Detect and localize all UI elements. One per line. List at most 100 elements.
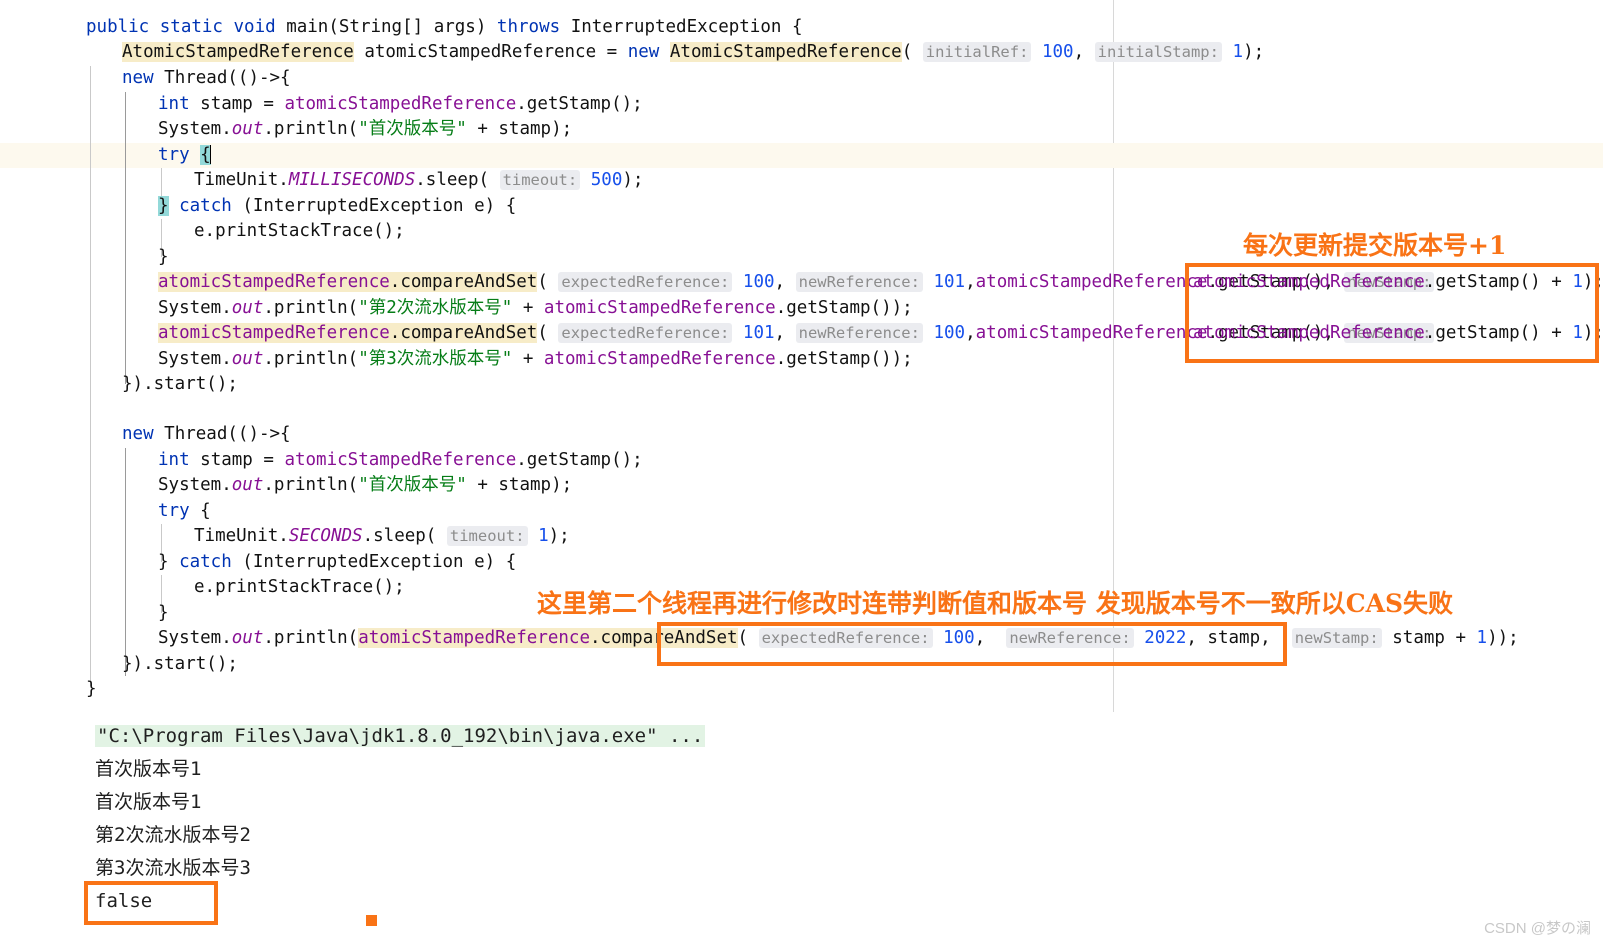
code-line-18[interactable]: int stamp = atomicStampedReference.getSt… — [158, 448, 643, 473]
code-line-23[interactable]: e.printStackTrace(); — [194, 575, 405, 600]
token-catch: catch — [168, 196, 243, 216]
token-open-brace: { — [200, 501, 211, 521]
code-line-7[interactable]: TimeUnit.MILLISECONDS.sleep( timeout: 50… — [194, 168, 643, 193]
text-caret — [209, 145, 211, 164]
token-close-brace: } — [86, 679, 97, 699]
token-throws: throws — [496, 17, 571, 37]
token-asr-ref: atomicStampedReference — [1193, 323, 1425, 343]
token-catch-params: (InterruptedException e) { — [242, 552, 517, 572]
code-editor[interactable]: public static void main(String[] args) t… — [0, 0, 1603, 712]
token-close: ); — [548, 526, 570, 546]
code-line-10[interactable]: } — [158, 245, 169, 270]
console-output-panel[interactable]: "C:\Program Files\Java\jdk1.8.0_192\bin\… — [0, 712, 1603, 948]
token-asr-ref: atomicStampedReference — [158, 323, 390, 343]
token-close: ); — [1582, 323, 1603, 343]
code-line-15[interactable]: }).start(); — [122, 372, 238, 397]
literal-500: 500 — [580, 170, 623, 190]
token-printstacktrace: e.printStackTrace(); — [194, 577, 405, 597]
token-println: .println( — [263, 298, 359, 318]
param-hint-new-reference: newReference: — [795, 323, 923, 343]
code-line-12[interactable]: System.out.println("第2次流水版本号" + atomicSt… — [158, 296, 913, 321]
token-type-asr: AtomicStampedReference — [122, 42, 354, 62]
code-line-21[interactable]: TimeUnit.SECONDS.sleep( timeout: 1); — [194, 524, 570, 549]
token-plus: + — [512, 298, 544, 318]
token-new: new — [627, 42, 670, 62]
token-concat: + stamp); — [466, 475, 573, 495]
token-comma: , — [774, 272, 796, 292]
indent-guide-level1 — [90, 66, 91, 686]
code-line-27[interactable]: } — [86, 677, 97, 702]
param-hint-initial-stamp: initialStamp: — [1094, 42, 1222, 62]
token-asr-ref: atomicStampedReference — [543, 349, 776, 369]
token-timeunit: TimeUnit. — [194, 526, 289, 546]
code-line-22[interactable]: } catch (InterruptedException e) { — [158, 550, 516, 575]
literal-100: 100 — [732, 272, 775, 292]
param-hint-initial-ref: initialRef: — [922, 42, 1032, 62]
code-line-5[interactable]: System.out.println("首次版本号" + stamp); — [158, 117, 572, 142]
console-line-2: 首次版本号1 — [95, 791, 202, 813]
token-stamp-arg: , stamp, — [1186, 628, 1292, 648]
code-line-2[interactable]: AtomicStampedReference atomicStampedRefe… — [122, 40, 1264, 65]
token-println: .println( — [263, 119, 359, 139]
token-comma: , — [1073, 42, 1095, 62]
code-line-24[interactable]: } — [158, 601, 169, 626]
token-asr-ref: atomicStampedReference — [284, 450, 517, 470]
annotation-square-marker — [366, 915, 377, 926]
token-stamp-plus: stamp + — [1381, 628, 1477, 648]
token-exception: InterruptedException { — [570, 17, 803, 37]
token-thread: Thread(()->{ — [164, 68, 291, 88]
token-out: out — [231, 298, 264, 318]
token-asr-ref: atomicStampedReference — [358, 628, 590, 648]
code-line-9[interactable]: e.printStackTrace(); — [194, 219, 405, 244]
token-getstamp: .getStamp() + — [1424, 272, 1573, 292]
token-asr-ref: atomicStampedReference — [158, 272, 390, 292]
code-line-3[interactable]: new Thread(()->{ — [122, 66, 291, 91]
token-comma: , — [974, 628, 1007, 648]
token-new: new — [122, 424, 165, 444]
code-line-6[interactable]: try { — [158, 143, 211, 168]
token-concat: + stamp); — [466, 119, 573, 139]
literal-1: 1 — [527, 526, 549, 546]
token-catch-params: (InterruptedException e) { — [242, 196, 517, 216]
code-line-4[interactable]: int stamp = atomicStampedReference.getSt… — [158, 92, 643, 117]
annotation-cas-fail-text: 这里第二个线程再进行修改时连带判断值和版本号 发现版本号不一致所以CAS失败 — [537, 589, 1454, 618]
code-line-19[interactable]: System.out.println("首次版本号" + stamp); — [158, 473, 572, 498]
token-out: out — [231, 628, 264, 648]
token-sleep: .sleep( — [362, 526, 447, 546]
code-line-17[interactable]: new Thread(()->{ — [122, 422, 291, 447]
token-close: )); — [1487, 628, 1519, 648]
literal-1: 1 — [1572, 272, 1583, 292]
literal-101: 101 — [732, 323, 775, 343]
param-hint-new-stamp: newStamp: — [1291, 628, 1382, 648]
token-try: try — [158, 145, 201, 165]
token-system: System. — [158, 628, 232, 648]
token-stamp: stamp = — [200, 450, 285, 470]
console-result-line: false — [95, 890, 153, 912]
token-system: System. — [158, 298, 232, 318]
code-line-1[interactable]: public static void main(String[] args) t… — [86, 15, 802, 40]
token-ctor-asr: AtomicStampedReference — [669, 42, 902, 62]
token-compareandset: compareAndSet — [600, 628, 738, 648]
token-close: ); — [1243, 42, 1265, 62]
token-getstamp: .getStamp()); — [775, 298, 913, 318]
code-line-8[interactable]: } catch (InterruptedException e) { — [158, 194, 516, 219]
token-system: System. — [158, 475, 232, 495]
token-asr-ref: atomicStampedReference — [543, 298, 776, 318]
code-line-26[interactable]: }).start(); — [122, 652, 238, 677]
token-comma: , — [774, 323, 796, 343]
token-dot: . — [389, 272, 401, 292]
code-line-25[interactable]: System.out.println(atomicStampedReferenc… — [158, 626, 1519, 651]
code-line-20[interactable]: try { — [158, 499, 211, 524]
token-int: int — [158, 94, 201, 114]
token-close-brace: } — [158, 247, 169, 267]
indent-guide-thread2 — [125, 448, 126, 676]
console-line-3: 第2次流水版本号2 — [95, 824, 251, 846]
token-timeunit: TimeUnit. — [194, 170, 289, 190]
token-printstacktrace: e.printStackTrace(); — [194, 221, 405, 241]
param-hint-new-reference: newReference: — [795, 272, 923, 292]
token-out: out — [231, 475, 264, 495]
code-line-14[interactable]: System.out.println("第3次流水版本号" + atomicSt… — [158, 347, 913, 372]
token-compareandset: compareAndSet — [400, 272, 538, 292]
code-line-13-continued[interactable]: atomicStampedReference.getStamp() + 1); — [1193, 321, 1603, 346]
code-line-11-continued[interactable]: atomicStampedReference.getStamp() + 1); — [1193, 270, 1603, 295]
